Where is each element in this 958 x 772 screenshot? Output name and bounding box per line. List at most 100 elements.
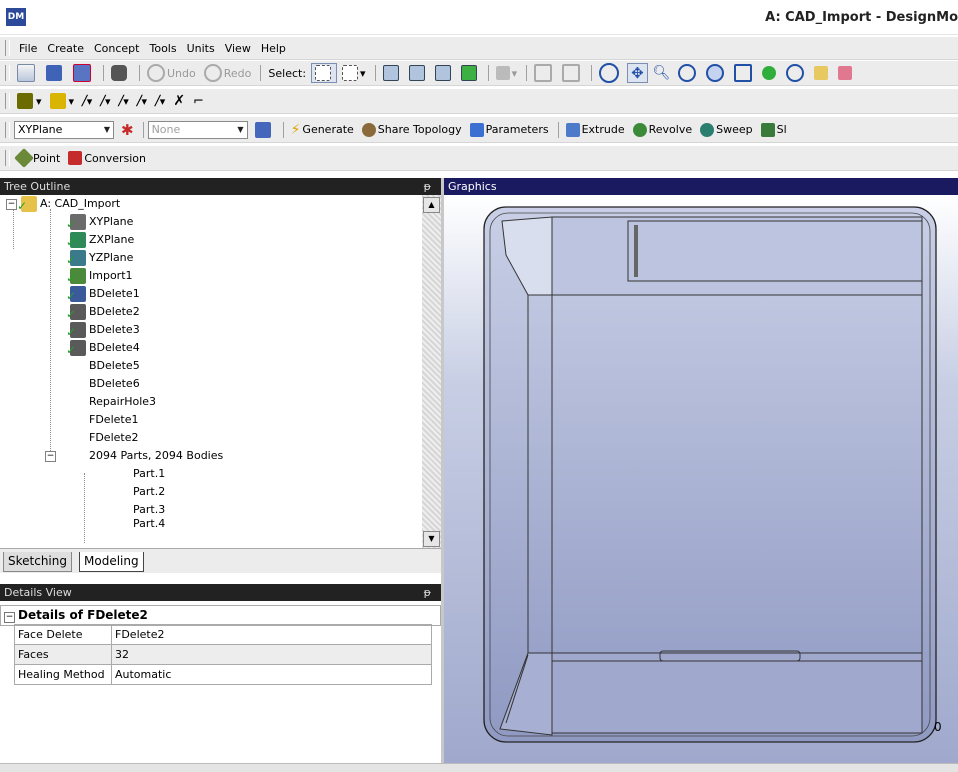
undo-button[interactable]: Undo xyxy=(144,64,199,82)
tree-item[interactable]: ✓ YZPlane xyxy=(66,249,133,267)
tree-root[interactable]: − ✓ A: CAD_Import xyxy=(6,195,120,213)
point-button[interactable]: Point xyxy=(14,148,63,168)
tree-scrollbar[interactable]: ▲ ▼ xyxy=(422,195,441,548)
scroll-down-icon[interactable]: ▼ xyxy=(423,531,440,547)
constraint-3-button[interactable]: ∕ ▾ xyxy=(116,92,132,110)
details-group-header[interactable]: − Details of FDelete2 xyxy=(0,605,441,626)
constraint-4-button[interactable]: ∕ ▾ xyxy=(134,92,150,110)
redo-button[interactable]: Redo xyxy=(201,64,255,82)
toolbar-grip xyxy=(5,40,10,56)
sketch-toolbar: ▾ ▾ ∕ ▾ ∕ ▾ ∕ ▾ ∕ ▾ ∕ ▾ ✗ ⌐ xyxy=(0,89,958,114)
tab-sketching[interactable]: Sketching xyxy=(3,552,72,572)
menu-concept[interactable]: Concept xyxy=(89,42,145,55)
tree-item[interactable]: ✓ BDelete1 xyxy=(66,285,140,303)
sketch-select[interactable]: None ▼ xyxy=(147,120,248,139)
zoom-button[interactable]: 🔍︎ xyxy=(650,64,674,82)
save-as-button[interactable] xyxy=(70,64,97,82)
menu-tools[interactable]: Tools xyxy=(144,42,181,55)
pan-button[interactable]: ✥ xyxy=(627,63,648,83)
title-bar: DM A: CAD_Import - DesignMo xyxy=(0,0,958,35)
tree-item[interactable]: FDelete1 xyxy=(89,411,138,429)
select-bodies-button[interactable] xyxy=(458,64,482,82)
generate-button[interactable]: ⚡ Generate xyxy=(288,121,357,139)
angle-tool-button[interactable]: ⌐ xyxy=(190,92,207,110)
tree-part-item[interactable]: Part.3 xyxy=(133,501,165,519)
skin-loft-button[interactable]: Sl xyxy=(758,121,790,139)
rotate-button[interactable] xyxy=(596,63,625,83)
tree-item[interactable]: FDelete2 xyxy=(89,429,138,447)
iso-view-button[interactable] xyxy=(811,64,833,82)
select-edges-button[interactable] xyxy=(406,64,430,82)
details-value[interactable]: Automatic xyxy=(111,664,432,685)
screenshot-button[interactable] xyxy=(108,64,133,82)
menu-file[interactable]: File xyxy=(14,42,42,55)
tree-item[interactable]: ✓ BDelete2 xyxy=(66,303,140,321)
tree-view: − ✓ A: CAD_Import ✓ XYPlane ✓ ZXPlane ✓ YZP… xyxy=(0,195,422,548)
display-model-button[interactable]: ▾ xyxy=(47,92,78,110)
sweep-button[interactable]: Sweep xyxy=(697,121,756,139)
pin-icon[interactable]: ᵽ xyxy=(424,178,431,195)
details-row: Face Delete FDelete2 xyxy=(14,624,432,645)
new-sketch-button[interactable] xyxy=(252,121,277,139)
new-plane-button[interactable]: ✱ xyxy=(118,121,137,139)
select-faces-button[interactable] xyxy=(432,64,456,82)
graphics-viewport[interactable]: Graphics 0 xyxy=(444,178,958,771)
plane-display-icon xyxy=(17,93,33,109)
constraint-5-button[interactable]: ∕ ▾ xyxy=(152,92,168,110)
details-row: Faces 32 xyxy=(14,644,432,665)
collapse-icon[interactable]: − xyxy=(4,612,15,623)
constraint-2-button[interactable]: ∕ ▾ xyxy=(97,92,113,110)
frame-x-icon xyxy=(562,64,581,82)
window-select-button[interactable] xyxy=(531,64,557,82)
zoom-all-button[interactable] xyxy=(759,64,781,82)
select-mode-single-button[interactable] xyxy=(311,63,338,83)
zoom-fit-button[interactable] xyxy=(731,64,757,82)
zoom-out-button[interactable] xyxy=(783,64,809,82)
zoom-box-button[interactable] xyxy=(703,64,729,82)
save-button[interactable] xyxy=(43,64,68,82)
parameters-button[interactable]: Parameters xyxy=(467,121,552,139)
tree-item[interactable]: ✓ XYPlane xyxy=(66,213,133,231)
dimension-vertical-icon: ∕ xyxy=(118,93,124,109)
new-button[interactable] xyxy=(14,64,41,82)
collapse-icon[interactable]: − xyxy=(45,450,56,462)
tree-parts-group[interactable]: − 2094 Parts, 2094 Bodies xyxy=(45,447,223,465)
share-topology-button[interactable]: Share Topology xyxy=(359,121,465,139)
look-at-button[interactable] xyxy=(835,64,857,82)
tree-parts-group-label: 2094 Parts, 2094 Bodies xyxy=(89,449,224,462)
details-value[interactable]: FDelete2 xyxy=(111,624,432,645)
menu-create[interactable]: Create xyxy=(42,42,89,55)
display-plane-button[interactable]: ▾ xyxy=(14,92,45,110)
revolve-button[interactable]: Revolve xyxy=(630,121,696,139)
select-mode-box-button[interactable]: ▾ xyxy=(339,64,369,82)
tree-part-item[interactable]: Part.2 xyxy=(133,483,165,501)
conversion-button[interactable]: Conversion xyxy=(65,149,149,167)
tree-part-item[interactable]: Part.4 xyxy=(133,519,165,529)
hide-button[interactable] xyxy=(559,64,585,82)
menu-view[interactable]: View xyxy=(220,42,256,55)
menu-units[interactable]: Units xyxy=(182,42,220,55)
tree-item[interactable]: ✓ BDelete4 xyxy=(66,339,140,357)
extend-selection-button[interactable]: ▾ xyxy=(493,64,521,82)
model-view[interactable] xyxy=(444,195,958,771)
tree-item[interactable]: ✓ BDelete3 xyxy=(66,321,140,339)
zoom-in-button[interactable] xyxy=(675,64,701,82)
plane-select[interactable]: XYPlane ▼ xyxy=(14,120,114,139)
select-points-button[interactable] xyxy=(380,64,404,82)
constraint-1-button[interactable]: ∕ ▾ xyxy=(79,92,95,110)
collapse-icon[interactable]: − xyxy=(6,198,17,210)
extrude-button[interactable]: Extrude xyxy=(563,121,628,139)
pin-tool-button[interactable]: ✗ xyxy=(170,92,188,110)
tree-item[interactable]: BDelete5 xyxy=(89,357,140,375)
scroll-up-icon[interactable]: ▲ xyxy=(423,197,440,213)
tree-item[interactable]: ✓ ZXPlane xyxy=(66,231,134,249)
body-delete-icon: ✓ xyxy=(66,340,86,357)
tree-item[interactable]: ✓ Import1 xyxy=(66,267,133,285)
tab-modeling[interactable]: Modeling xyxy=(79,552,144,572)
tree-item[interactable]: BDelete6 xyxy=(89,375,140,393)
tree-item[interactable]: RepairHole3 xyxy=(89,393,156,411)
tree-part-item[interactable]: Part.1 xyxy=(133,465,165,483)
menu-help[interactable]: Help xyxy=(256,42,291,55)
details-value[interactable]: 32 xyxy=(111,644,432,665)
pin-icon[interactable]: ᵽ xyxy=(424,584,431,601)
